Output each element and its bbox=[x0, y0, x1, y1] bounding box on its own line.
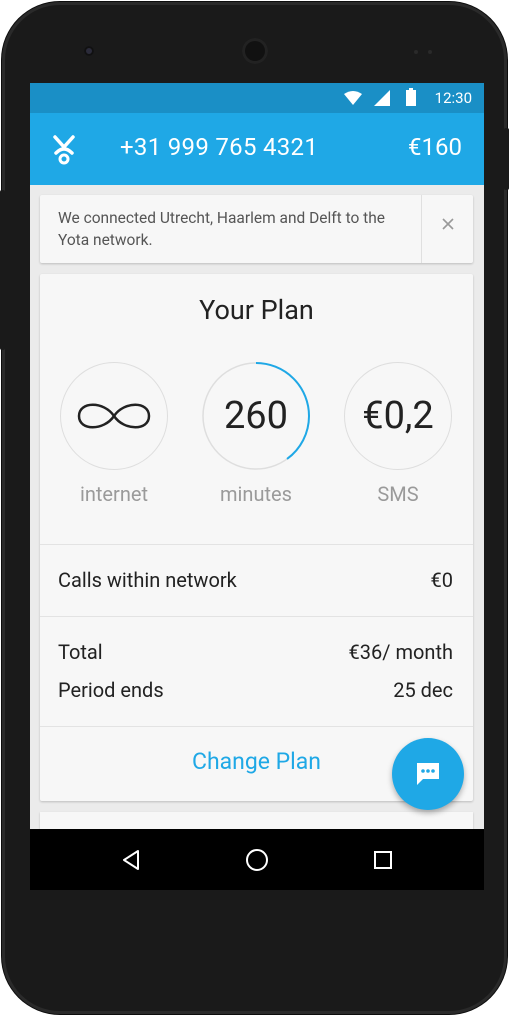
divider bbox=[40, 616, 473, 617]
internet-label: internet bbox=[79, 482, 149, 506]
volume-button bbox=[0, 190, 5, 350]
total-label: Total bbox=[58, 640, 103, 664]
plan-card: Your Plan internet 260 minutes €0,2 SMS bbox=[40, 274, 473, 801]
proximity-sensor bbox=[414, 50, 418, 54]
status-time: 12:30 bbox=[434, 89, 472, 107]
notice-divider bbox=[421, 195, 422, 263]
infinity-icon bbox=[77, 403, 151, 429]
back-button[interactable] bbox=[116, 845, 146, 875]
app-bar: +31 999 765 4321 €160 bbox=[30, 113, 484, 185]
notice-card: We connected Utrecht, Haarlem and Delft … bbox=[40, 195, 473, 263]
divider bbox=[40, 544, 473, 545]
recents-button[interactable] bbox=[368, 845, 398, 875]
internet-circle[interactable] bbox=[60, 362, 168, 470]
battery-icon bbox=[406, 88, 416, 106]
earpiece-speaker bbox=[242, 38, 268, 64]
power-button bbox=[504, 128, 509, 190]
minutes-circle[interactable]: 260 bbox=[202, 362, 310, 470]
calls-row: Calls within network €0 bbox=[58, 568, 453, 592]
home-button[interactable] bbox=[242, 845, 272, 875]
total-row: Total €36/ month bbox=[58, 640, 453, 664]
wifi-icon bbox=[344, 91, 362, 105]
signal-icon bbox=[374, 90, 390, 106]
divider bbox=[40, 726, 473, 727]
sms-label: SMS bbox=[377, 482, 419, 506]
calls-value: €0 bbox=[430, 568, 453, 592]
navigation-bar bbox=[30, 829, 484, 890]
phone-frame: 12:30 +31 999 765 4321 €160 We connected… bbox=[2, 2, 507, 1014]
calls-label: Calls within network bbox=[58, 568, 237, 592]
recents-icon bbox=[374, 851, 392, 869]
chat-icon bbox=[417, 763, 439, 785]
sms-circle[interactable]: €0,2 bbox=[344, 362, 452, 470]
close-icon[interactable] bbox=[441, 217, 455, 231]
period-label: Period ends bbox=[58, 678, 164, 702]
status-bar: 12:30 bbox=[30, 83, 484, 113]
period-value: 25 dec bbox=[393, 678, 453, 702]
account-balance[interactable]: €160 bbox=[408, 133, 462, 161]
screen: 12:30 +31 999 765 4321 €160 We connected… bbox=[30, 83, 484, 890]
notice-text: We connected Utrecht, Haarlem and Delft … bbox=[58, 209, 385, 249]
plan-title: Your Plan bbox=[199, 294, 314, 326]
front-camera bbox=[84, 46, 94, 56]
yota-logo-icon[interactable] bbox=[52, 135, 76, 165]
chat-button[interactable] bbox=[392, 738, 464, 810]
home-icon bbox=[246, 849, 268, 871]
period-row: Period ends 25 dec bbox=[58, 678, 453, 702]
minutes-label: minutes bbox=[220, 482, 292, 506]
phone-number: +31 999 765 4321 bbox=[120, 133, 319, 161]
light-sensor bbox=[428, 50, 432, 54]
back-icon bbox=[123, 850, 139, 870]
minutes-value: 260 bbox=[223, 394, 289, 438]
total-value: €36/ month bbox=[348, 640, 453, 664]
sms-value: €0,2 bbox=[362, 394, 434, 438]
